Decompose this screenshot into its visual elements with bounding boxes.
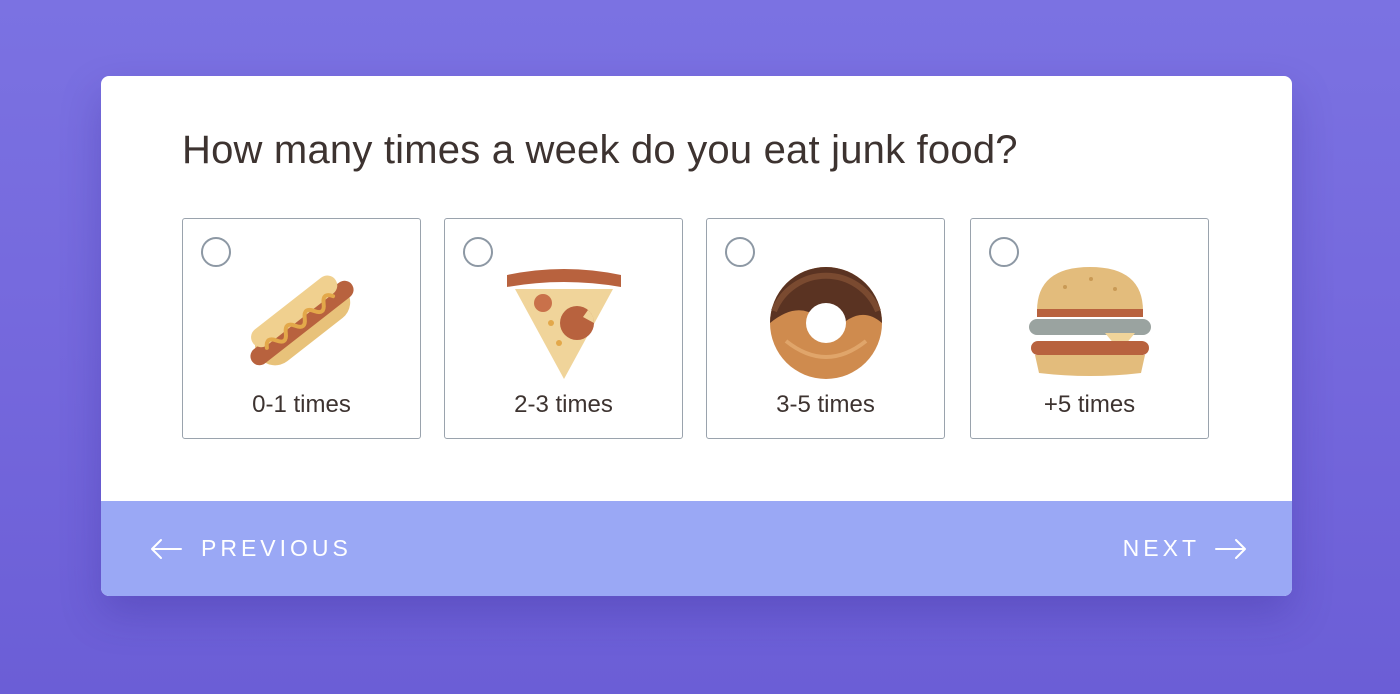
option-0-1-times[interactable]: 0-1 times [182,218,421,439]
arrow-left-icon [151,538,182,559]
navigation-footer: PREVIOUS NEXT [101,501,1292,596]
option-plus-5-times[interactable]: +5 times [970,218,1209,439]
pizza-slice-icon [506,269,621,379]
radio-button[interactable] [463,237,493,267]
hotdog-icon [249,275,354,366]
radio-button[interactable] [989,237,1019,267]
arrow-right-icon [1215,538,1246,559]
option-label: 3-5 times [776,391,875,418]
next-button[interactable]: NEXT [1123,501,1248,596]
option-label: 2-3 times [514,391,613,418]
option-3-5-times[interactable]: 3-5 times [706,218,945,439]
answer-options: 0-1 times 2-3 times 3-5 times +5 times [182,218,1212,440]
radio-button[interactable] [725,237,755,267]
survey-card: How many times a week do you eat junk fo… [101,76,1292,596]
radio-button[interactable] [201,237,231,267]
option-label: 0-1 times [252,391,351,418]
burger-icon [1028,267,1151,376]
option-2-3-times[interactable]: 2-3 times [444,218,683,439]
previous-button[interactable]: PREVIOUS [149,501,352,596]
donut-icon [769,267,882,379]
question-title: How many times a week do you eat junk fo… [182,128,1018,172]
next-label: NEXT [1122,535,1200,561]
option-label: +5 times [1043,391,1136,418]
previous-label: PREVIOUS [201,535,352,561]
